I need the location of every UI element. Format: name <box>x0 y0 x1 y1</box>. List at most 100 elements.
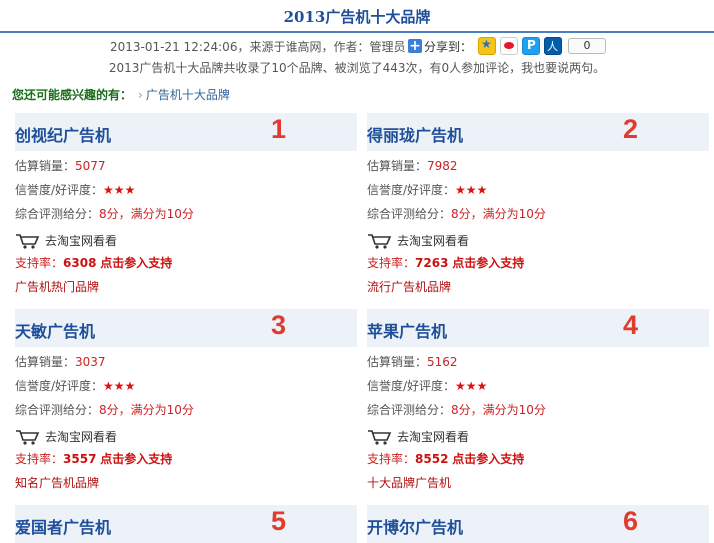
support-count: 8552 <box>415 452 449 466</box>
rating-row: 综合评测给分：8分，满分为10分 <box>15 401 194 418</box>
sales-value: 3037 <box>75 355 106 369</box>
sales-value: 5077 <box>75 159 106 173</box>
brand-name[interactable]: 开博尔广告机 <box>367 514 463 538</box>
rating-label: 综合评测给分： <box>15 207 100 221</box>
support-row: 支持率：7263 点击参入支持 <box>367 254 524 271</box>
brand-tag-link[interactable]: 广告机热门品牌 <box>15 278 99 295</box>
tencent-weibo-icon[interactable] <box>522 37 541 55</box>
credit-row: 信誉度/好评度：★★★ <box>367 181 487 198</box>
rating-score: 8分 <box>99 403 119 417</box>
share-bar: + 分享到： 0 <box>408 37 607 55</box>
taobao-label[interactable]: 去淘宝网看看 <box>397 232 469 249</box>
rating-row: 综合评测给分：8分，满分为10分 <box>367 205 546 222</box>
title-divider <box>0 31 714 33</box>
page-title: 2013广告机十大品牌 <box>283 8 431 26</box>
rating-suffix: ，满分为10分 <box>470 403 546 417</box>
sales-row: 估算销量：5162 <box>367 353 458 370</box>
brand-rank: 6 <box>623 506 639 536</box>
brand-name[interactable]: 苹果广告机 <box>367 318 447 342</box>
star-rating: ★★★ <box>455 183 488 197</box>
support-row: 支持率：8552 点击参入支持 <box>367 450 524 467</box>
brand-rank: 1 <box>271 114 287 144</box>
support-row: 支持率：6308 点击参入支持 <box>15 254 172 271</box>
taobao-link[interactable]: 去淘宝网看看 <box>367 428 469 445</box>
brand-name[interactable]: 得丽珑广告机 <box>367 122 463 146</box>
credit-row: 信誉度/好评度：★★★ <box>367 377 487 394</box>
brand-rank: 2 <box>623 114 639 144</box>
share-count: 0 <box>568 38 607 54</box>
star-rating: ★★★ <box>455 379 488 393</box>
rating-row: 综合评测给分：8分，满分为10分 <box>367 401 546 418</box>
rating-suffix: ，满分为10分 <box>470 207 546 221</box>
qzone-icon[interactable] <box>478 37 497 55</box>
brand-card-header: 得丽珑广告机 2 <box>367 113 709 151</box>
support-row: 支持率：3557 点击参入支持 <box>15 450 172 467</box>
cart-icon <box>368 429 392 445</box>
credit-label: 信誉度/好评度： <box>15 183 104 197</box>
support-button[interactable]: 点击参入支持 <box>452 452 524 466</box>
cart-icon <box>16 233 40 249</box>
support-label: 支持率： <box>367 452 416 466</box>
taobao-label[interactable]: 去淘宝网看看 <box>397 428 469 445</box>
brand-name[interactable]: 爱国者广告机 <box>15 514 111 538</box>
credit-label: 信誉度/好评度： <box>367 379 456 393</box>
weibo-icon[interactable] <box>500 37 519 55</box>
stats-line: 2013广告机十大品牌共收录了10个品牌、被浏览了443次，有0人参加评论，我也… <box>108 61 606 75</box>
support-button[interactable]: 点击参入支持 <box>452 256 524 270</box>
taobao-link[interactable]: 去淘宝网看看 <box>367 232 469 249</box>
sales-row: 估算销量：5077 <box>15 157 106 174</box>
rating-label: 综合评测给分： <box>15 403 100 417</box>
credit-label: 信誉度/好评度： <box>15 379 104 393</box>
sales-label: 估算销量： <box>15 159 76 173</box>
related-bar: 您还可能感兴趣的有： › 广告机十大品牌 <box>12 86 230 103</box>
sales-value: 7982 <box>427 159 458 173</box>
brand-rank: 5 <box>271 506 287 536</box>
chevron-right-icon: › <box>138 88 143 102</box>
credit-label: 信誉度/好评度： <box>367 183 456 197</box>
rating-label: 综合评测给分： <box>367 207 452 221</box>
support-label: 支持率： <box>15 452 64 466</box>
support-label: 支持率： <box>15 256 64 270</box>
brand-tag-link[interactable]: 流行广告机品牌 <box>367 278 451 295</box>
brand-rank: 3 <box>271 310 287 340</box>
share-label[interactable]: 分享到： <box>424 38 472 55</box>
rating-score: 8分 <box>451 403 471 417</box>
brand-card-header: 爱国者广告机 5 <box>15 505 357 543</box>
meta-text: 2013-01-21 12:24:06，来源于谁高网，作者：管理员 <box>110 40 406 54</box>
credit-row: 信誉度/好评度：★★★ <box>15 181 135 198</box>
sales-row: 估算销量：3037 <box>15 353 106 370</box>
renren-icon[interactable] <box>544 37 563 55</box>
brand-tag-link[interactable]: 知名广告机品牌 <box>15 474 99 491</box>
plus-icon[interactable]: + <box>408 39 422 53</box>
sales-row: 估算销量：7982 <box>367 157 458 174</box>
sales-label: 估算销量： <box>367 159 428 173</box>
brand-card-header: 苹果广告机 4 <box>367 309 709 347</box>
support-count: 6308 <box>63 256 97 270</box>
rating-label: 综合评测给分： <box>367 403 452 417</box>
brand-tag-link[interactable]: 十大品牌广告机 <box>367 474 451 491</box>
rating-score: 8分 <box>99 207 119 221</box>
taobao-link[interactable]: 去淘宝网看看 <box>15 232 117 249</box>
brand-name[interactable]: 天敏广告机 <box>15 318 95 342</box>
rating-suffix: ，满分为10分 <box>118 403 194 417</box>
rating-suffix: ，满分为10分 <box>118 207 194 221</box>
brand-card-header: 天敏广告机 3 <box>15 309 357 347</box>
brand-name[interactable]: 创视纪广告机 <box>15 122 111 146</box>
support-count: 3557 <box>63 452 97 466</box>
brand-rank: 4 <box>623 310 639 340</box>
sales-label: 估算销量： <box>367 355 428 369</box>
related-label: 您还可能感兴趣的有： <box>12 88 133 102</box>
cart-icon <box>16 429 40 445</box>
star-rating: ★★★ <box>103 379 136 393</box>
sales-value: 5162 <box>427 355 458 369</box>
related-link[interactable]: 广告机十大品牌 <box>146 88 230 102</box>
star-rating: ★★★ <box>103 183 136 197</box>
support-button[interactable]: 点击参入支持 <box>100 256 172 270</box>
taobao-link[interactable]: 去淘宝网看看 <box>15 428 117 445</box>
support-button[interactable]: 点击参入支持 <box>100 452 172 466</box>
support-label: 支持率： <box>367 256 416 270</box>
sales-label: 估算销量： <box>15 355 76 369</box>
taobao-label[interactable]: 去淘宝网看看 <box>45 232 117 249</box>
taobao-label[interactable]: 去淘宝网看看 <box>45 428 117 445</box>
support-count: 7263 <box>415 256 449 270</box>
